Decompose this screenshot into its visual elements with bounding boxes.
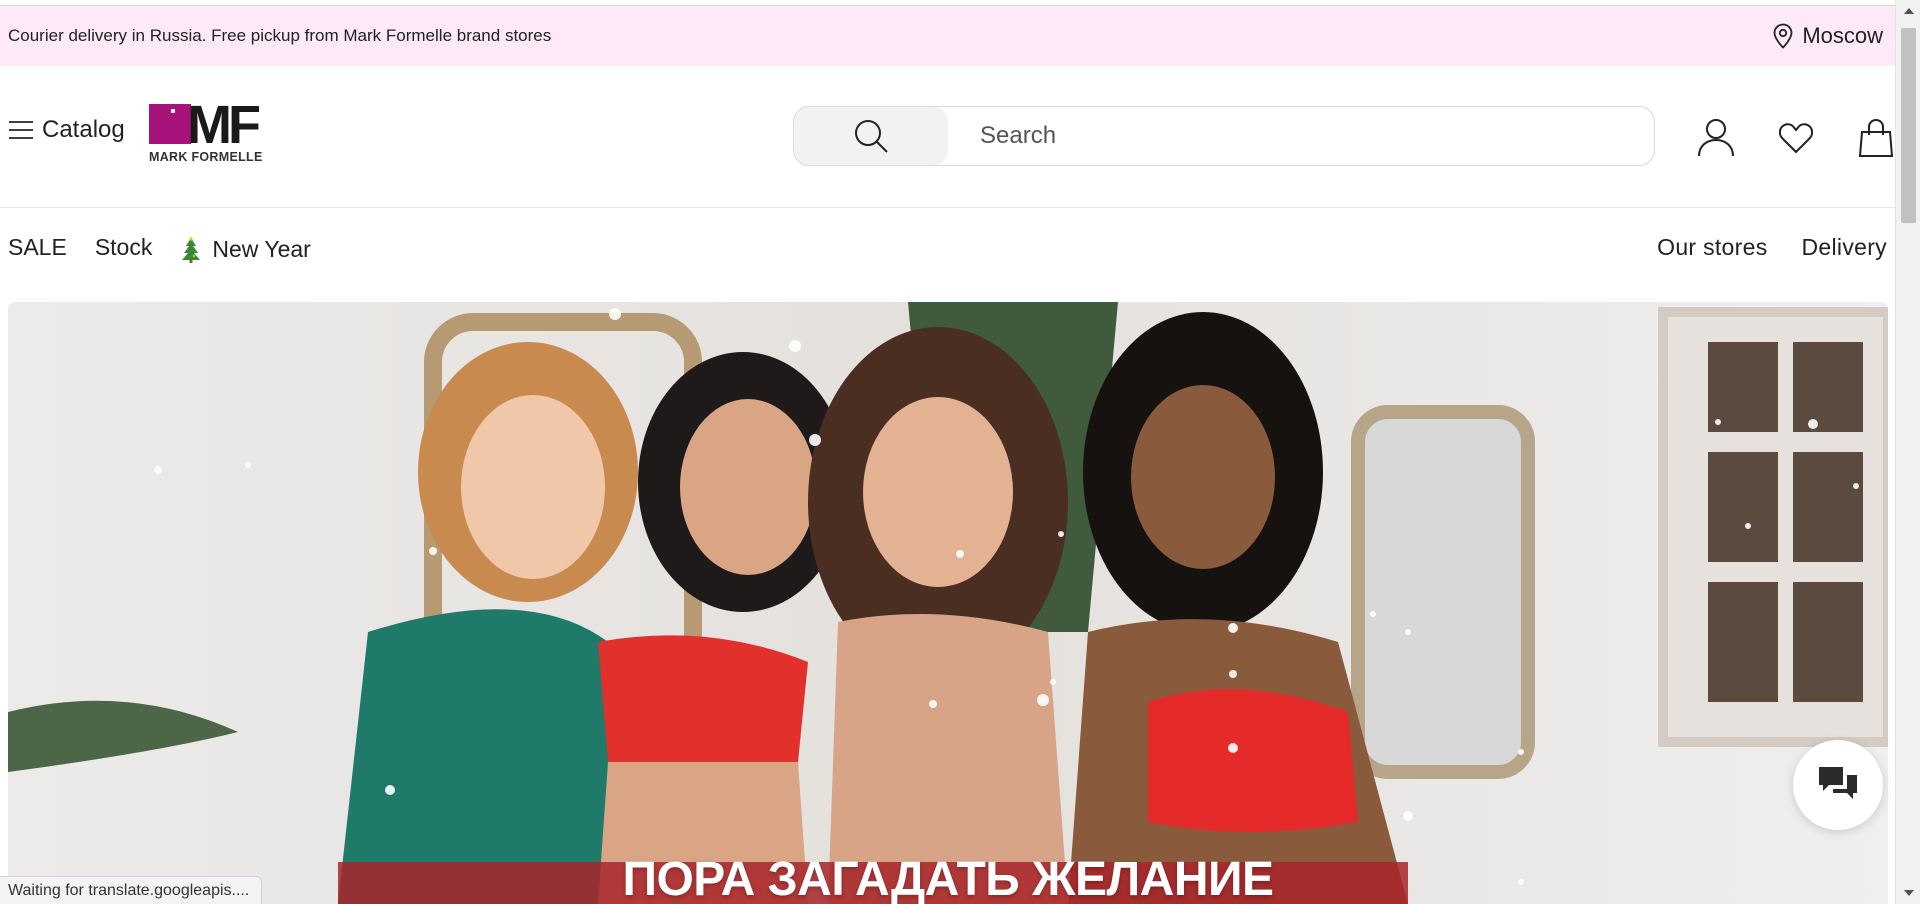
logo-subtitle: MARK FORMELLE <box>149 150 263 164</box>
hamburger-menu-icon <box>9 121 33 139</box>
city-selector[interactable]: Moscow <box>1772 23 1887 49</box>
scroll-thumb[interactable] <box>1901 28 1916 223</box>
search-icon <box>855 120 888 153</box>
nav-item-delivery[interactable]: Delivery <box>1802 234 1887 261</box>
catalog-button[interactable]: Catalog <box>8 116 125 144</box>
hero-image <box>8 302 1888 904</box>
nav-sale-label: SALE <box>8 234 67 260</box>
account-icon <box>1698 119 1734 157</box>
nav-new-year-label: New Year <box>212 236 311 262</box>
browser-status-bar: Waiting for translate.googleapis.... <box>0 876 263 904</box>
chat-widget-button[interactable] <box>1793 740 1883 830</box>
nav-item-our-stores[interactable]: Our stores <box>1657 234 1767 261</box>
nav-our-stores-label: Our stores <box>1657 234 1768 260</box>
cart-bag-icon <box>1858 118 1894 157</box>
page-scrollbar[interactable] <box>1895 0 1920 904</box>
promo-bar: Courier delivery in Russia. Free pickup … <box>0 6 1895 66</box>
logo-mark: MF <box>187 95 261 155</box>
page-root: Courier delivery in Russia. Free pickup … <box>0 0 1920 904</box>
nav-item-sale[interactable]: SALE <box>8 234 67 261</box>
search-bar <box>793 106 1655 166</box>
chat-bubbles-icon <box>1819 767 1857 799</box>
search-button[interactable] <box>794 107 948 165</box>
category-nav: SALE Stock New Year Our stores Delivery <box>0 208 1895 302</box>
nav-item-new-year[interactable]: New Year <box>180 236 311 263</box>
hero-banner[interactable]: ПОРА ЗАГАДАТЬ ЖЕЛАНИЕ <box>8 302 1888 904</box>
hero-caption: ПОРА ЗАГАДАТЬ ЖЕЛАНИЕ <box>622 853 1274 904</box>
nav-right: Our stores Delivery <box>1657 234 1887 261</box>
nav-delivery-label: Delivery <box>1801 234 1887 260</box>
nav-left: SALE Stock New Year <box>8 232 311 263</box>
favorites-heart-icon <box>1778 123 1814 154</box>
city-label: Moscow <box>1802 23 1883 48</box>
brand-logo[interactable]: MF MARK FORMELLE <box>149 98 294 166</box>
scroll-up-arrow-icon[interactable] <box>1904 8 1914 14</box>
logo-dot <box>171 109 175 113</box>
favorites-button[interactable] <box>1756 116 1836 160</box>
promo-text: Courier delivery in Russia. Free pickup … <box>8 26 552 45</box>
scroll-down-arrow-icon[interactable] <box>1904 890 1914 896</box>
header-actions <box>1676 116 1916 160</box>
nav-item-stock[interactable]: Stock <box>95 234 153 261</box>
nav-stock-label: Stock <box>94 234 153 260</box>
location-pin-icon <box>1773 23 1793 49</box>
account-button[interactable] <box>1676 116 1756 160</box>
logo-square <box>149 104 191 144</box>
search-input[interactable] <box>948 108 1654 164</box>
site-header: Catalog MF MARK FORMELLE <box>0 66 1895 208</box>
catalog-label: Catalog <box>42 116 125 143</box>
christmas-tree-icon <box>182 236 201 263</box>
